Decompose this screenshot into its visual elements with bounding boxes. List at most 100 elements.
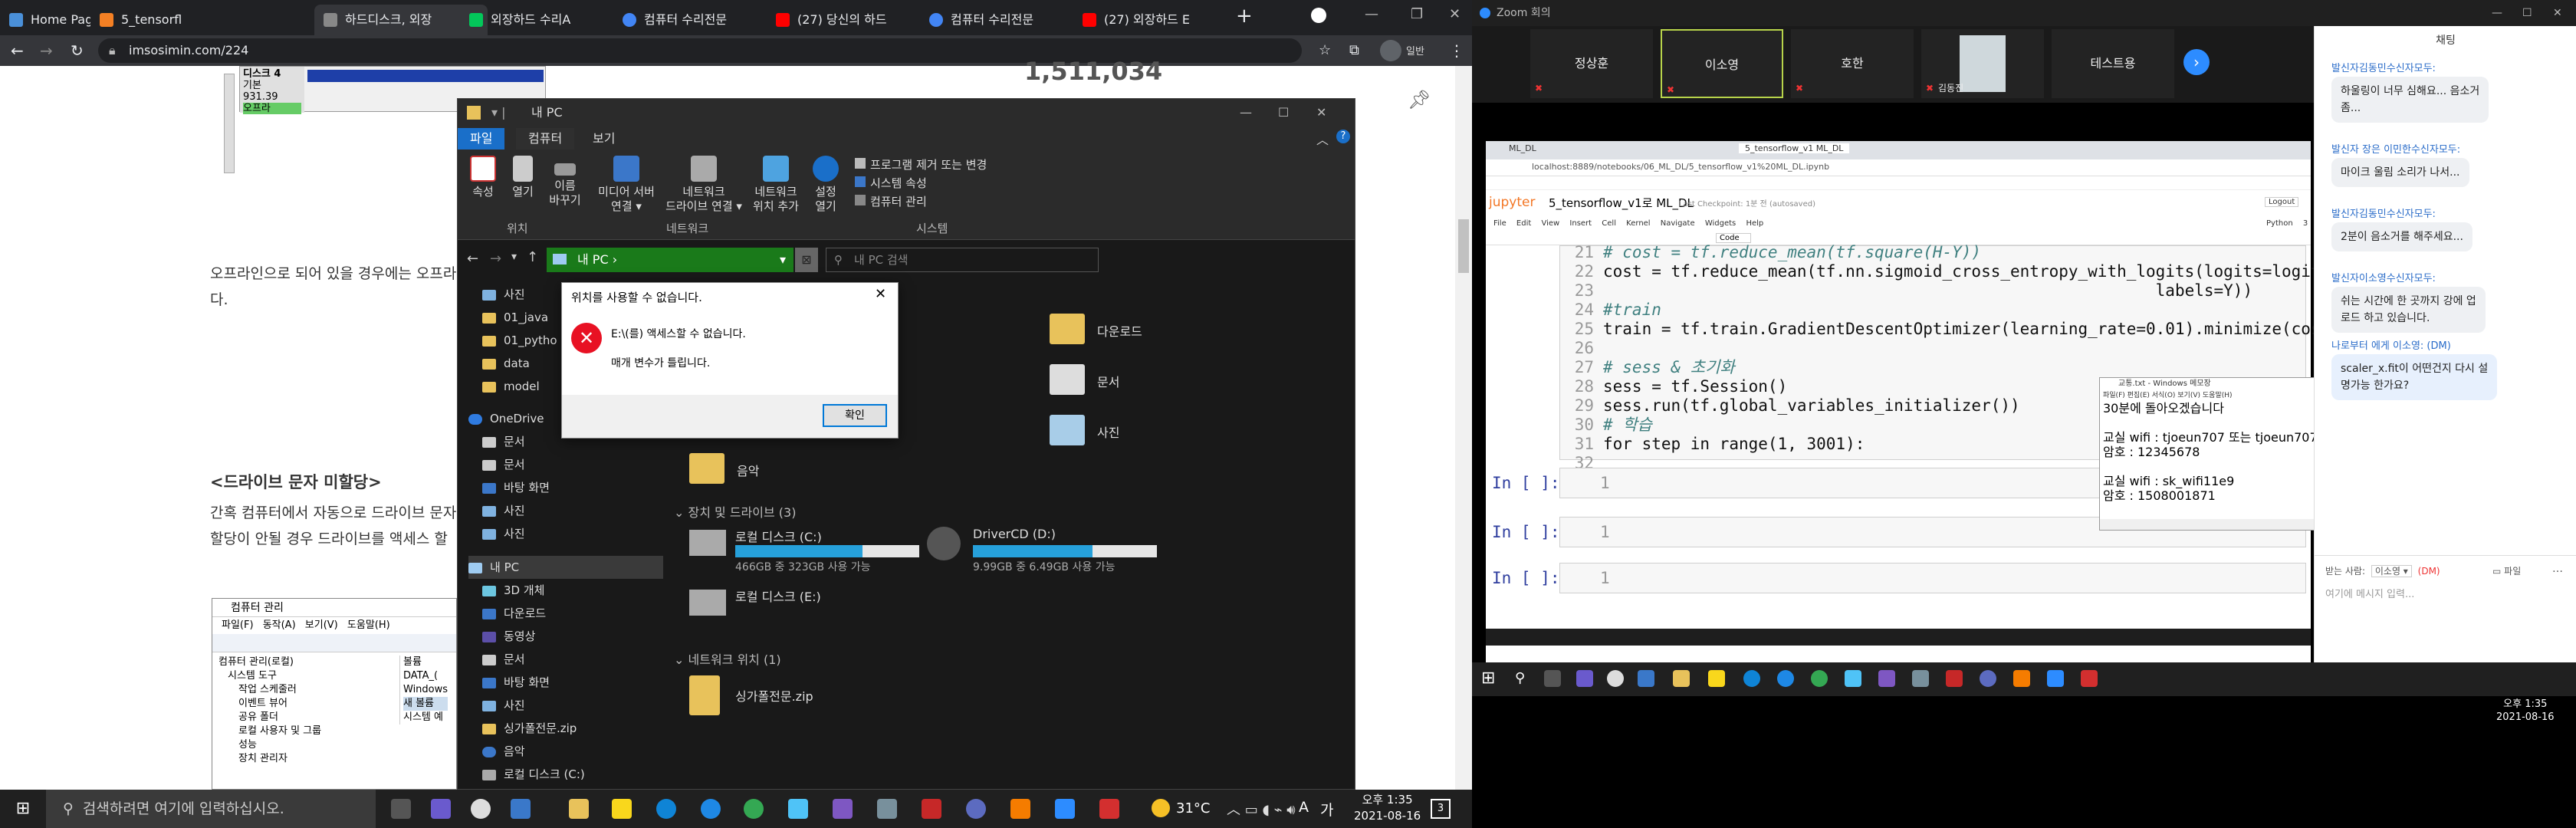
menu-item[interactable]: View (1541, 219, 1559, 228)
folder-item[interactable]: 사진 (1050, 415, 1234, 449)
profile-avatar[interactable] (1380, 40, 1401, 61)
task-view-icon[interactable] (391, 799, 411, 819)
system-properties-link[interactable]: 시스템 속성 (855, 174, 987, 192)
uninstall-program-link[interactable]: 프로그램 제거 또는 변경 (855, 156, 987, 174)
nav-item[interactable]: 01_pytho (482, 329, 557, 352)
menu-item[interactable]: Cell (1602, 219, 1616, 228)
windows-start-icon[interactable]: ⊞ (0, 790, 46, 828)
browser-tab[interactable]: 컴퓨터 수리전문 (613, 5, 767, 35)
drive-item[interactable]: 로컬 디스크 (C:) 466GB 중 323GB 사용 가능 (689, 527, 942, 573)
app-icon[interactable] (1946, 670, 1963, 687)
minimize-icon[interactable]: — (2492, 0, 2502, 26)
nav-item[interactable]: 바탕 화면 (482, 476, 550, 499)
ie-icon[interactable] (1777, 670, 1794, 687)
zoom-icon[interactable] (2047, 670, 2064, 687)
history-dropdown-icon[interactable]: ▾ (511, 251, 517, 263)
nav-item[interactable]: 싱가폴전문.zip (482, 717, 577, 740)
page-scrollbar[interactable] (1455, 66, 1472, 790)
back-icon[interactable]: ← (467, 251, 478, 267)
chrome-icon[interactable] (1811, 670, 1828, 687)
forward-icon[interactable]: → (40, 41, 53, 60)
chrome-icon[interactable] (744, 799, 764, 819)
r-icon[interactable] (966, 799, 986, 819)
windows-start-icon[interactable]: ⊞ (1481, 669, 1495, 688)
extensions-icon[interactable]: ⧉ (1349, 41, 1359, 60)
open-settings-button[interactable]: 설정 열기 (804, 156, 847, 214)
folder-item[interactable]: 음악 (689, 453, 873, 487)
kakaotalk-icon[interactable] (1708, 670, 1725, 687)
menu-item[interactable]: Help (1746, 219, 1763, 228)
nav-item[interactable]: 사진 (482, 499, 525, 522)
next-page-icon[interactable]: › (2183, 49, 2210, 75)
empty-code-cell[interactable]: 1 (1559, 563, 2306, 593)
help-icon[interactable]: ? (1336, 130, 1350, 143)
nav-item[interactable]: 문서 (482, 430, 525, 453)
app-icon[interactable] (511, 799, 531, 819)
jupyter-icon[interactable] (2013, 670, 2030, 687)
menu-item[interactable]: Kernel (1626, 219, 1650, 228)
notebook-title[interactable]: 5_tensorflow_v1로 ML_DL (1549, 195, 1694, 211)
nav-item[interactable]: 다운로드 (482, 602, 546, 625)
nav-item[interactable]: 3D 개체 (482, 579, 544, 602)
browser-tab[interactable]: 5_tensorflow_v1理 (90, 5, 181, 35)
add-network-location-button[interactable]: 네트워크 위치 추가 (743, 156, 809, 214)
close-window-icon[interactable]: ✕ (1449, 6, 1460, 22)
cell-type-select[interactable]: Code (1716, 233, 1751, 243)
tray-icons[interactable]: ︿ ▭ ◖ ⌁ 🔊︎ (1227, 799, 1296, 819)
app-icon[interactable] (1576, 670, 1593, 687)
reload-icon[interactable]: ↻ (71, 41, 84, 60)
properties-button[interactable]: 속성 (464, 156, 502, 199)
maximize-icon[interactable]: ☐ (1278, 99, 1289, 127)
computer-management-link[interactable]: 컴퓨터 관리 (855, 192, 987, 211)
obs-icon[interactable] (471, 799, 491, 819)
up-icon[interactable]: ↑ (527, 249, 538, 265)
ribbon-collapse-icon[interactable]: ︿ (1316, 130, 1329, 148)
ribbon-tab-view[interactable]: 보기 (580, 128, 627, 150)
more-icon[interactable]: … (2552, 563, 2563, 575)
map-network-drive-button[interactable]: 네트워크 드라이브 연결 ▾ (659, 156, 749, 214)
app-icon[interactable] (1638, 670, 1654, 687)
nav-item[interactable]: 바탕 화면 (482, 671, 550, 694)
refresh-icon[interactable]: ⊠ (795, 248, 818, 272)
nav-item[interactable]: 사진 (482, 694, 525, 717)
app-icon[interactable] (431, 799, 451, 819)
ribbon-tab-computer[interactable]: 컴퓨터 (516, 128, 575, 150)
menu-dots-icon[interactable]: ⋮ (1449, 41, 1464, 60)
new-tab-button[interactable]: + (1236, 5, 1253, 28)
file-explorer-icon[interactable] (1673, 670, 1690, 687)
taskbar-search[interactable]: ⚲ 검색하려면 여기에 입력하십시오. (46, 790, 376, 828)
nav-item[interactable]: 동영상 (482, 625, 535, 648)
menu-item[interactable]: Edit (1516, 219, 1531, 228)
app-icon[interactable] (1912, 670, 1929, 687)
explorer-search-box[interactable]: ⚲ 내 PC 검색 (826, 248, 1099, 272)
network-item[interactable]: 싱가폴전문.zip (689, 675, 942, 721)
app-icon[interactable] (922, 799, 941, 819)
r-icon[interactable] (1980, 670, 1996, 687)
participant-tile-active[interactable]: 이소영 ✖︎ (1661, 29, 1783, 98)
recipient-select[interactable]: 이소영 ▾ (2371, 565, 2412, 577)
devices-group-header[interactable]: ⌄ 장치 및 드라이브 (3) (674, 502, 796, 521)
ie-icon[interactable] (701, 799, 721, 819)
app-icon[interactable] (1845, 670, 1861, 687)
task-view-icon[interactable] (1544, 670, 1561, 687)
nav-item[interactable]: 문서 (482, 648, 525, 671)
ok-button[interactable]: 확인 (823, 404, 887, 427)
file-explorer-icon[interactable] (569, 799, 589, 819)
close-window-icon[interactable]: ✕ (2553, 0, 2562, 26)
participant-tile[interactable]: 테스트용 (2052, 29, 2174, 98)
folder-item[interactable]: 문서 (1050, 364, 1234, 398)
chat-input[interactable]: 여기에 메시지 입력... (2325, 586, 2414, 600)
jupyter-icon[interactable] (1010, 799, 1030, 819)
minimize-icon[interactable]: — (1240, 99, 1252, 127)
clock[interactable]: 오후 1:35 2021-08-16 (2496, 698, 2555, 724)
menu-item[interactable]: Insert (1569, 219, 1592, 228)
ime-indicator[interactable]: A (1299, 799, 1309, 816)
minimize-icon[interactable]: — (1365, 6, 1378, 22)
edge-icon[interactable] (656, 799, 676, 819)
media-server-button[interactable]: 미디어 서버 연결 ▾ (588, 156, 665, 214)
quick-access-toolbar[interactable]: ▾ | (491, 99, 506, 127)
ribbon-tab-file[interactable]: 파일 (458, 128, 505, 150)
menu-item[interactable]: File (1493, 219, 1506, 228)
nav-item[interactable]: data (482, 352, 530, 375)
drive-item[interactable]: DriverCD (D:) 9.99GB 중 6.49GB 사용 가능 (927, 527, 1180, 573)
